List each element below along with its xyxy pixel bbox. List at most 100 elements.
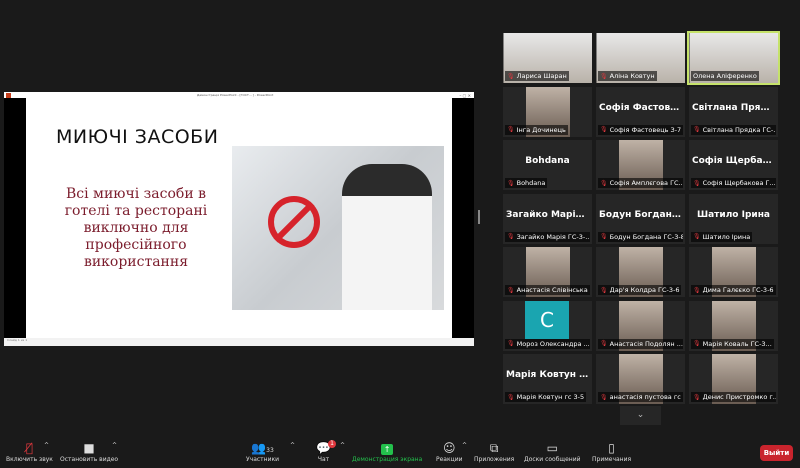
- participant-display-name: Загайко Марія...: [506, 209, 592, 220]
- next-page-button[interactable]: ⌄: [620, 406, 661, 425]
- participant-tile[interactable]: Загайко Марія... 🎙 Загайко Марія ГС-3-...: [503, 193, 592, 244]
- participant-name-label: 🎙 Лариса Шаран: [505, 71, 569, 81]
- whiteboards-button[interactable]: ▭ Доски сообщений: [524, 440, 581, 463]
- participant-name-label: 🎙 Анастасія Слівінська ...: [505, 285, 590, 295]
- participant-name-label: 🎙 Бодун Богдана ГС-3-8: [598, 231, 683, 242]
- participant-tile[interactable]: 🎙 Дима Галєєко ГС-3-6: [689, 247, 778, 297]
- prohibition-icon: [268, 196, 320, 248]
- participants-icon: 👥: [251, 441, 267, 455]
- participant-name: Софія Амплєгова ГС...: [609, 179, 683, 187]
- participant-name: Інга Дочинець: [516, 125, 566, 134]
- participant-name-label: 🎙 Софія Щербакова Г...: [691, 178, 776, 188]
- participant-tile[interactable]: 🎙 Інга Дочинець: [503, 86, 592, 137]
- video-camera-icon: ■: [83, 441, 95, 455]
- participant-tile[interactable]: Світлана Прядк... 🎙 Світлана Прядка ГС-...: [689, 86, 778, 137]
- notes-button[interactable]: ▯ Примечания: [592, 440, 631, 463]
- participant-name-label: 🎙 Мороз Олександра ...: [505, 338, 590, 349]
- slide-body: Всі миючі засоби в готелі та ресторані в…: [64, 186, 208, 270]
- participant-display-name: Світлана Прядк...: [692, 102, 778, 113]
- muted-mic-icon: 🎙: [600, 286, 608, 294]
- share-screen-button[interactable]: ↑ Демонстрация экрана: [352, 440, 422, 463]
- chat-label: Чат: [317, 456, 330, 463]
- chat-caret[interactable]: ^: [340, 442, 345, 449]
- muted-mic-icon: 🎙: [600, 179, 608, 187]
- participant-name: Bohdana: [516, 179, 546, 187]
- participant-display-name: Марія Ковтун г...: [506, 370, 592, 380]
- participant-tile[interactable]: 🎙 Анастасія Слівінська ...: [503, 247, 592, 297]
- participant-tile[interactable]: Софія Щербако... 🎙 Софія Щербакова Г...: [689, 140, 778, 190]
- participant-name-label: 🎙 анастасія пустова гс ...: [598, 392, 683, 402]
- resize-handle[interactable]: [478, 210, 480, 224]
- muted-mic-icon: 🎙: [693, 286, 701, 294]
- participant-name-label: 🎙 Софія Амплєгова ГС...: [598, 178, 683, 188]
- participant-name-label: 🎙 Загайко Марія ГС-3-...: [505, 231, 590, 242]
- meeting-toolbar: 🎙̸ Включить звук ^ ■ Остановить видео ^ 👥3…: [0, 436, 800, 468]
- participant-tile[interactable]: 🎙 Аліна Ковтун: [596, 33, 685, 83]
- participant-name-label: 🎙 Аліна Ковтун: [598, 71, 657, 81]
- window-title: Демонстрація PowerPoint - [ГОСТ... ] - P…: [196, 93, 274, 97]
- participant-gallery: 🎙 Лариса Шаран 🎙 Аліна Ковтун Олена Аліферен…: [503, 31, 780, 404]
- participant-name: Загайко Марія ГС-3-...: [516, 232, 590, 241]
- participant-name: Аліна Ковтун: [609, 72, 655, 80]
- unmute-label: Включить звук: [6, 456, 53, 463]
- participant-tile[interactable]: Шатило Ірина 🎙 Шатило Ірина: [689, 193, 778, 244]
- participant-tile[interactable]: 🎙 Марія Коваль ГС-3...: [689, 300, 778, 351]
- participant-tile[interactable]: 🎙 Дар'я Колдра ГС-3-6: [596, 247, 685, 297]
- participant-tile[interactable]: 🎙 анастасія пустова гс ...: [596, 354, 685, 404]
- participant-avatar: C: [525, 300, 569, 339]
- muted-mic-icon: 🎙: [507, 286, 515, 294]
- whiteboard-icon: ▭: [546, 441, 558, 455]
- participant-display-name: Софія Фастове...: [599, 102, 685, 113]
- video-options-caret[interactable]: ^: [112, 442, 117, 449]
- muted-mic-icon: 🎙: [693, 340, 701, 347]
- share-label: Демонстрация экрана: [352, 456, 423, 463]
- muted-mic-icon: 🎙: [693, 179, 701, 187]
- participant-tile[interactable]: 🎙 Софія Амплєгова ГС...: [596, 140, 685, 190]
- participant-name-label: 🎙 Марія Ковтун гс 3-5: [505, 392, 587, 402]
- muted-mic-icon: 🎙: [693, 233, 701, 240]
- muted-mic-icon: 🎙: [600, 72, 608, 80]
- participant-name: Анастасія Слівінська ...: [516, 286, 590, 294]
- participant-tile[interactable]: Марія Ковтун г... 🎙 Марія Ковтун гс 3-5: [503, 354, 592, 404]
- participant-tile[interactable]: 🎙 Анастасія Подолян ...: [596, 300, 685, 351]
- participant-name: Олена Аліференко: [693, 72, 757, 80]
- apps-button[interactable]: ⧉ Приложения: [474, 440, 514, 463]
- chat-badge: 1: [328, 440, 336, 448]
- whiteboards-label: Доски сообщений: [524, 456, 581, 463]
- participant-name-label: 🎙 Інга Дочинець: [505, 124, 568, 135]
- participant-tile[interactable]: Bohdana 🎙 Bohdana: [503, 140, 592, 190]
- participant-name: Софія Щербакова Г...: [702, 179, 776, 187]
- stop-video-button[interactable]: ■ Остановить видео: [60, 440, 118, 463]
- participant-tile[interactable]: Бодун Богдана... 🎙 Бодун Богдана ГС-3-8: [596, 193, 685, 244]
- man-figure: [342, 164, 432, 310]
- muted-mic-icon: 🎙: [600, 393, 608, 401]
- participant-name-label: 🎙 Анастасія Подолян ...: [598, 338, 683, 349]
- participant-name: Марія Ковтун гс 3-5: [516, 393, 585, 401]
- participant-name: Світлана Прядка ГС-...: [702, 125, 776, 134]
- reactions-caret[interactable]: ^: [462, 442, 467, 449]
- participant-name-label: 🎙 Bohdana: [505, 178, 548, 188]
- participant-display-name: Софія Щербако...: [692, 156, 778, 166]
- participant-tile[interactable]: C 🎙 Мороз Олександра ...: [503, 300, 592, 351]
- participants-caret[interactable]: ^: [290, 442, 295, 449]
- muted-mic-icon: 🎙: [600, 126, 608, 133]
- participant-name-label: 🎙 Марія Коваль ГС-3...: [691, 338, 774, 349]
- muted-mic-icon: 🎙: [507, 126, 515, 133]
- participant-tile[interactable]: Олена Аліференко: [687, 31, 780, 85]
- participant-tile[interactable]: 🎙 Денис Пристромко г...: [689, 354, 778, 404]
- chat-button[interactable]: 💬 1 Чат: [316, 440, 336, 463]
- leave-button[interactable]: Выйти: [760, 445, 793, 461]
- participants-button[interactable]: 👥33 Участники: [246, 440, 279, 463]
- audio-options-caret[interactable]: ^: [44, 442, 49, 449]
- participant-tile[interactable]: Софія Фастове... 🎙 Софія Фастовець З-7: [596, 86, 685, 137]
- participant-display-name: Bohdana: [525, 156, 570, 166]
- participant-name: Бодун Богдана ГС-3-8: [609, 232, 683, 241]
- participant-name: Дима Галєєко ГС-3-6: [702, 286, 774, 294]
- participant-name: Денис Пристромко г...: [702, 393, 776, 401]
- participant-tile[interactable]: 🎙 Лариса Шаран: [503, 33, 592, 83]
- participant-name: анастасія пустова гс ...: [609, 393, 683, 401]
- reactions-button[interactable]: ☺ Реакции: [436, 440, 463, 463]
- participant-name-label: 🎙 Світлана Прядка ГС-...: [691, 124, 776, 135]
- shared-powerpoint-window: Демонстрація PowerPoint - [ГОСТ... ] - P…: [4, 92, 474, 346]
- participant-name: Анастасія Подолян ...: [609, 339, 683, 348]
